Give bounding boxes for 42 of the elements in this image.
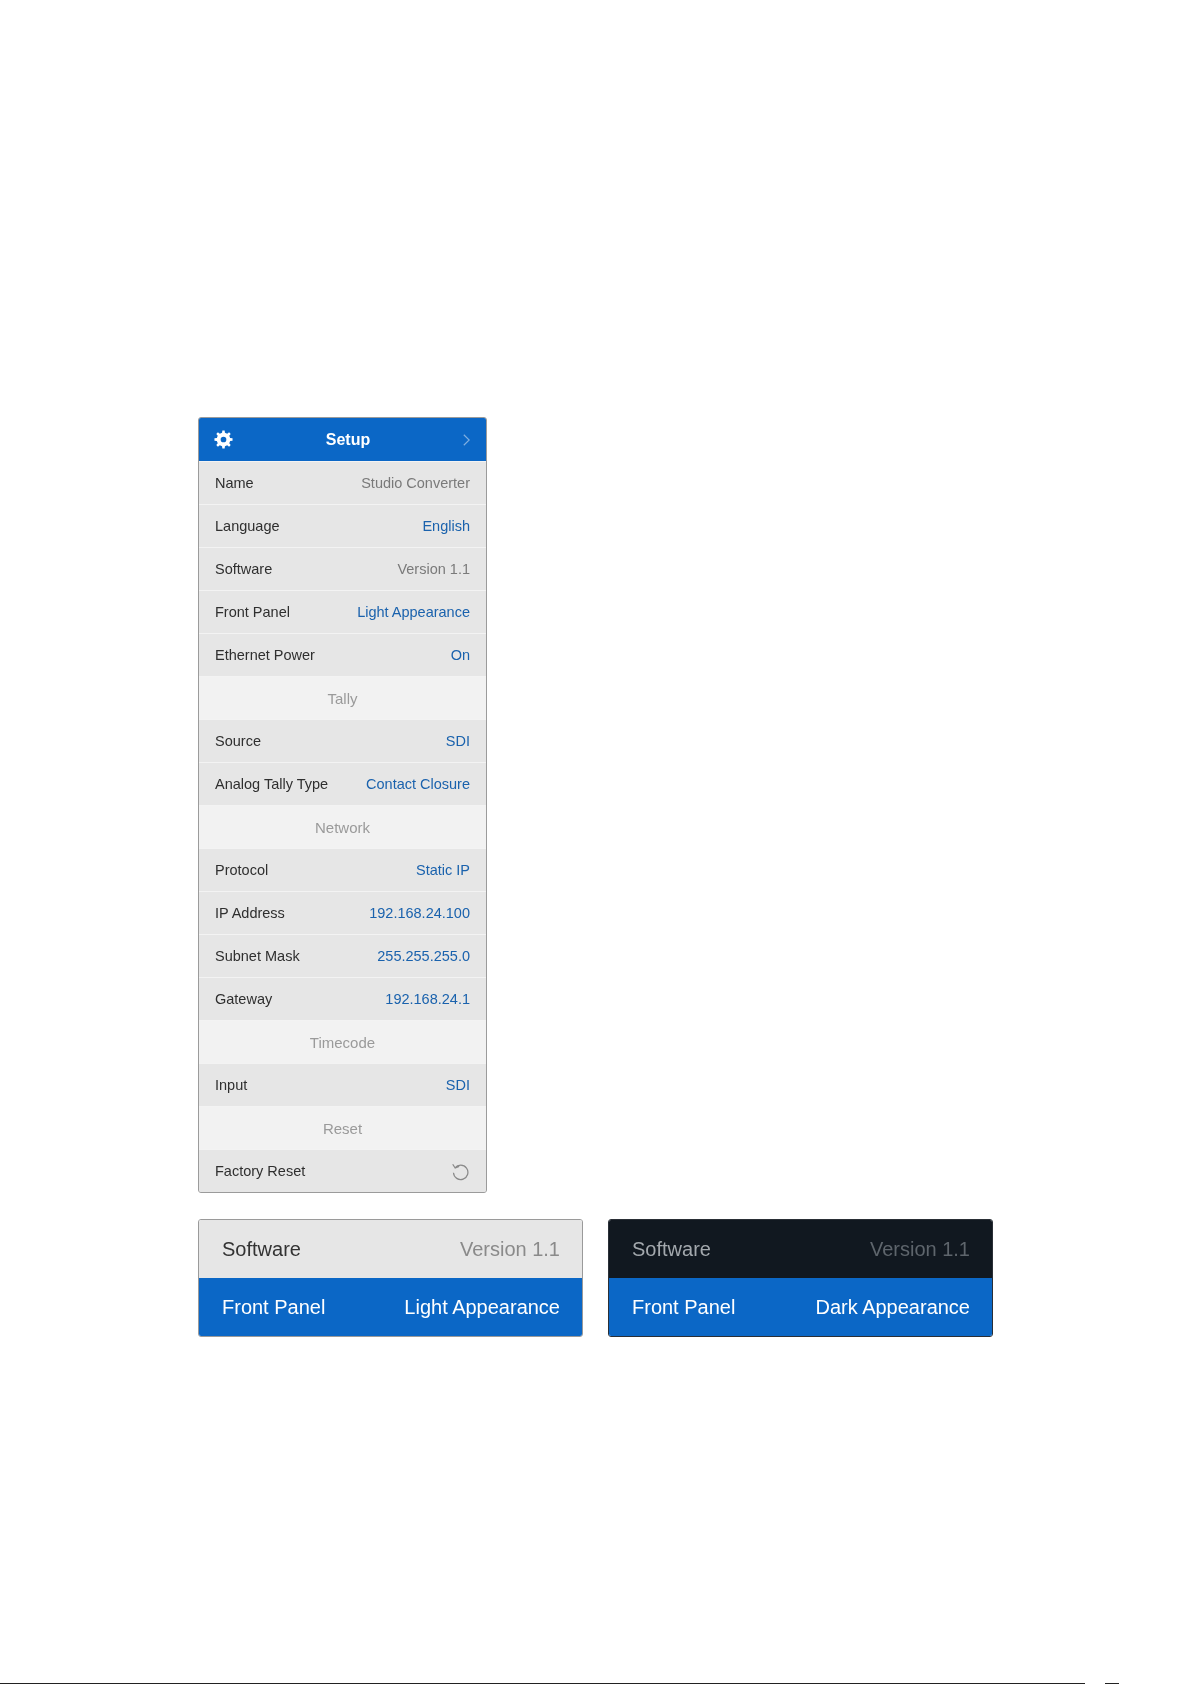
setting-value: Light Appearance	[357, 604, 470, 620]
setting-label: Software	[215, 561, 273, 577]
setting-value: 192.168.24.100	[369, 905, 470, 921]
preview-value: Light Appearance	[404, 1295, 560, 1319]
preview-label: Front Panel	[222, 1295, 326, 1319]
panel-title: Setup	[324, 430, 372, 449]
setting-value: Static IP	[416, 862, 470, 878]
setting-value: Studio Converter	[361, 475, 470, 491]
setting-label: Ethernet Power	[215, 647, 315, 663]
reset-icon[interactable]	[451, 1161, 470, 1181]
preview-label: Front Panel	[632, 1295, 736, 1319]
setting-label: Analog Tally Type	[215, 776, 329, 792]
chevron-right-icon[interactable]	[463, 433, 470, 446]
setting-value: Version 1.1	[397, 561, 470, 577]
preview-label: Software	[632, 1237, 711, 1261]
setting-label: Gateway	[215, 991, 273, 1007]
action-label: Factory Reset	[215, 1163, 306, 1179]
setting-value: SDI	[445, 733, 470, 749]
section-header: Network	[199, 805, 486, 848]
preview-label: Software	[222, 1237, 301, 1261]
setting-value: English	[422, 518, 470, 534]
preview-value: Dark Appearance	[815, 1295, 970, 1319]
setting-label: Subnet Mask	[215, 948, 300, 964]
setting-value: On	[450, 647, 470, 663]
preview-value: Version 1.1	[869, 1237, 970, 1261]
setting-label: Source	[215, 733, 261, 749]
action-row[interactable]: Factory Reset	[199, 1149, 486, 1192]
setting-label: Name	[215, 475, 254, 491]
setting-value: SDI	[445, 1077, 470, 1093]
setting-label: Input	[215, 1077, 248, 1093]
setting-value: Contact Closure	[366, 776, 470, 792]
setting-label: Front Panel	[215, 604, 290, 620]
setting-label: Language	[215, 518, 280, 534]
setting-value: 192.168.24.1	[385, 991, 470, 1007]
setting-label: Protocol	[215, 862, 269, 878]
section-header: Reset	[199, 1106, 486, 1149]
section-header: Tally	[199, 676, 486, 719]
preview-value: Version 1.1	[459, 1237, 560, 1261]
section-header: Timecode	[199, 1020, 486, 1063]
settings-icon[interactable]	[214, 430, 233, 449]
setting-value: 255.255.255.0	[377, 948, 470, 964]
setting-label: IP Address	[215, 905, 285, 921]
